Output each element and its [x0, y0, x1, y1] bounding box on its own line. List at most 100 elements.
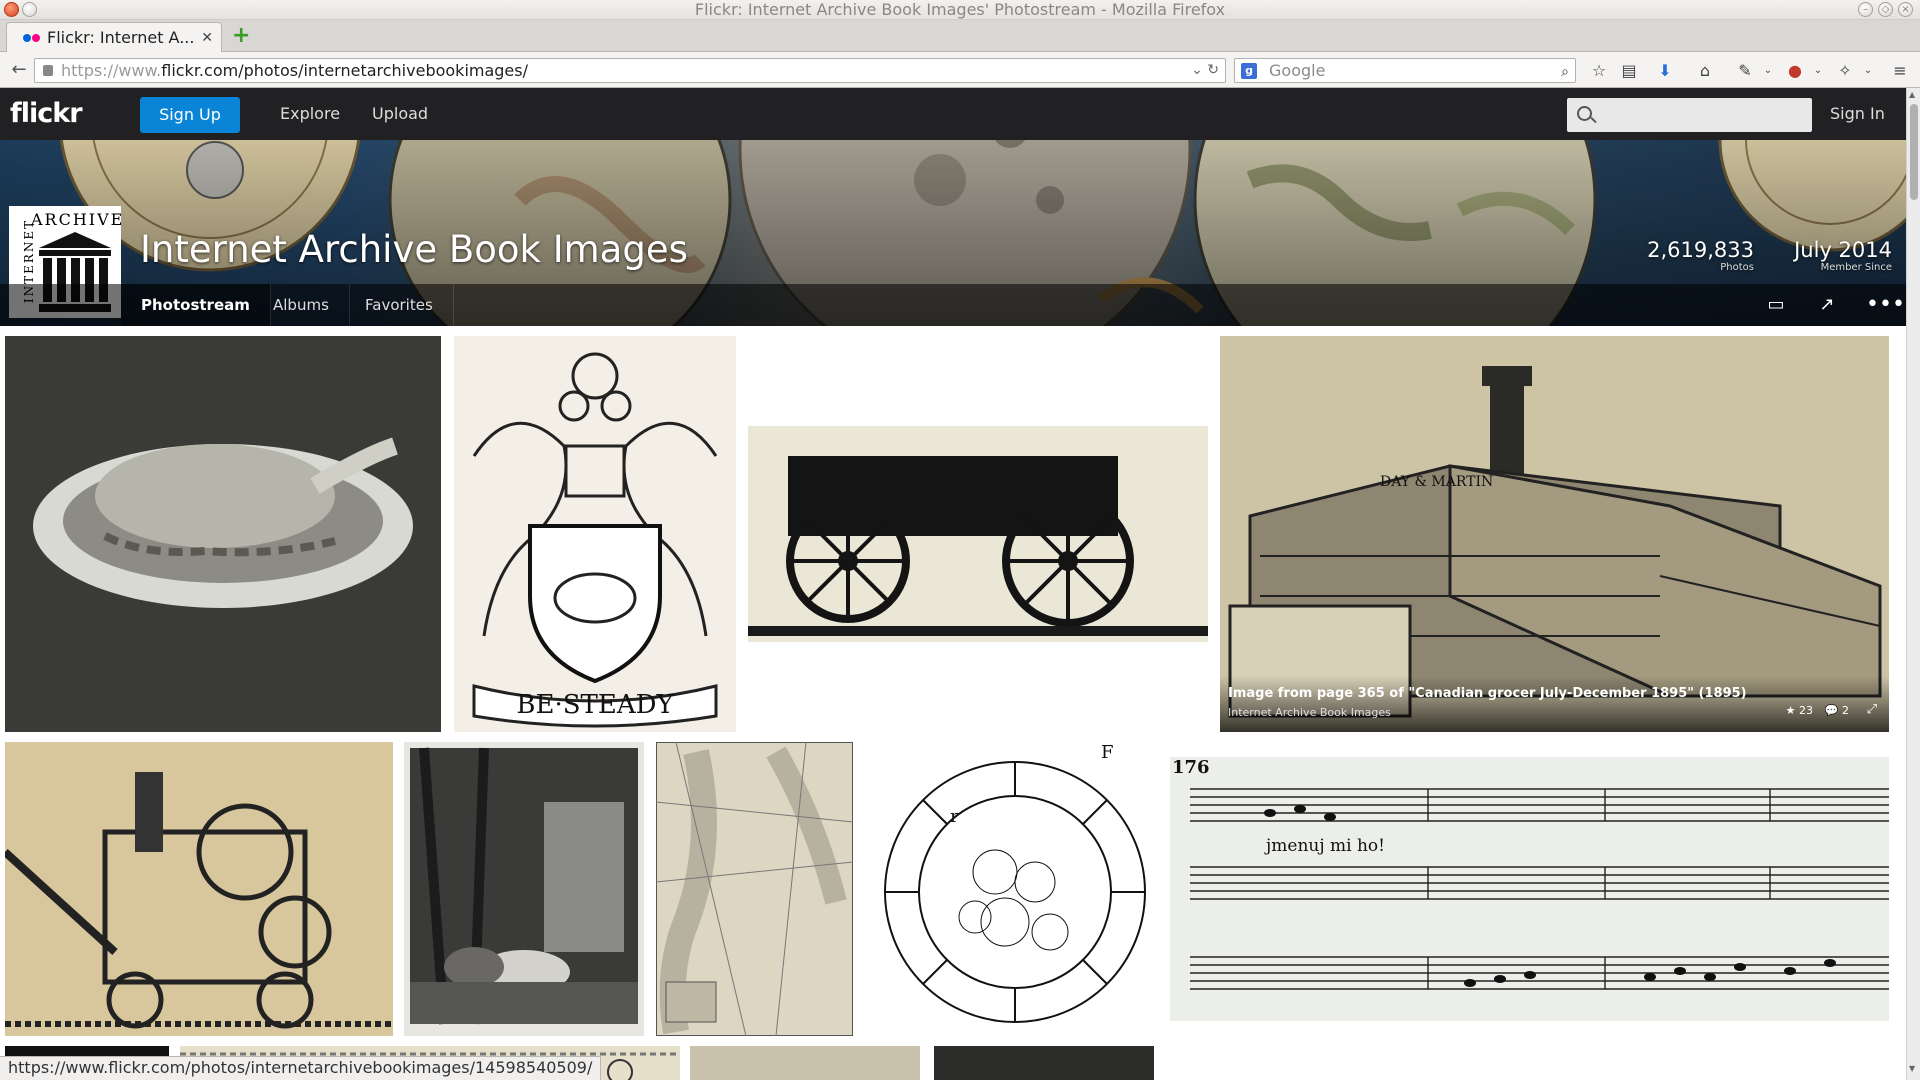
tools-dropdown-icon[interactable]: ⌄	[1758, 62, 1778, 80]
search-go-icon[interactable]: ⌕	[1561, 61, 1569, 84]
extension-dropdown-icon[interactable]: ⌄	[1858, 62, 1878, 80]
photo-tile[interactable]: 176 jmenuj mi ho!	[1170, 757, 1889, 1021]
tab-title: Flickr: Internet A...	[47, 28, 195, 47]
factory-building-image: DAY & MARTIN	[1220, 336, 1889, 732]
window-title: Flickr: Internet Archive Book Images' Ph…	[694, 0, 1226, 19]
browser-tab[interactable]: Flickr: Internet A... ✕	[6, 22, 222, 52]
scroll-up-icon[interactable]: ▲	[1909, 90, 1915, 99]
home-icon[interactable]: ⌂	[1695, 62, 1715, 80]
signup-button[interactable]: Sign Up	[140, 97, 240, 133]
photo-tile[interactable]	[404, 742, 644, 1036]
turkey-platter-image	[5, 336, 441, 732]
search-icon	[1577, 106, 1592, 121]
flickr-favicon-icon	[23, 34, 41, 42]
photo-tile[interactable]	[934, 1046, 1154, 1080]
adblock-dropdown-icon[interactable]: ⌄	[1808, 62, 1828, 80]
tab-strip: Flickr: Internet A... ✕ +	[0, 20, 1920, 52]
photos-label: Photos	[1720, 262, 1754, 273]
upload-link[interactable]: Upload	[372, 88, 428, 140]
google-engine-icon[interactable]: g	[1241, 63, 1257, 79]
adblock-icon[interactable]: ●	[1785, 62, 1805, 80]
photo-tile[interactable]: BE·STEADY	[454, 336, 736, 732]
motto-text: BE·STEADY	[516, 690, 674, 720]
member-since-stat: July 2014 Member Since	[1770, 238, 1892, 273]
url-bar[interactable]: https://www.flickr.com/photos/internetar…	[34, 58, 1226, 83]
faves-number: 23	[1799, 704, 1813, 717]
url-host: flickr.com	[161, 61, 239, 80]
member-since-label: Member Since	[1820, 262, 1892, 273]
hover-photo-owner[interactable]: Internet Archive Book Images	[1228, 706, 1391, 719]
window-menu-button[interactable]	[22, 2, 37, 17]
hamburger-menu-icon[interactable]: ≡	[1890, 62, 1910, 80]
diagram-label-f: F	[1101, 742, 1114, 763]
window-maximize-button[interactable]: ◇	[1878, 2, 1893, 17]
tab-favorites[interactable]: Favorites	[345, 284, 454, 326]
scroll-down-icon[interactable]: ▼	[1909, 1064, 1915, 1073]
photo-tile[interactable]	[5, 742, 393, 1036]
url-path: /photos/internetarchivebookimages/	[238, 61, 528, 80]
photo-tile[interactable]	[690, 1046, 920, 1080]
tools-icon[interactable]: ✎	[1735, 62, 1755, 80]
tab-albums[interactable]: Albums	[253, 284, 350, 326]
photo-tile[interactable]	[656, 742, 853, 1036]
expand-icon[interactable]: ⤢	[1867, 702, 1877, 717]
engine-machine-image	[5, 742, 393, 1036]
lock-icon	[43, 65, 53, 76]
bookmark-star-icon[interactable]: ☆	[1589, 62, 1609, 80]
photo-tile[interactable]	[748, 426, 1208, 642]
extension-icon[interactable]: ✧	[1835, 62, 1855, 80]
comments-count[interactable]: 💬 2	[1825, 704, 1849, 717]
profile-name: Internet Archive Book Images	[140, 228, 688, 271]
reading-list-icon[interactable]: ▤	[1619, 62, 1639, 80]
star-icon: ★	[1785, 704, 1796, 717]
window-close-button[interactable]	[4, 2, 19, 17]
photo-tile[interactable]	[5, 336, 441, 732]
photo-tile-hovered[interactable]: DAY & MARTIN Image from page 365 of "Can…	[1220, 336, 1889, 732]
faves-count[interactable]: ★ 23	[1786, 704, 1813, 717]
status-bar-url: https://www.flickr.com/photos/internetar…	[0, 1056, 602, 1080]
diagram-label-r: r	[950, 806, 959, 827]
more-options-icon[interactable]: •••	[1866, 294, 1905, 316]
hover-photo-title[interactable]: Image from page 365 of "Canadian grocer …	[1228, 686, 1747, 701]
window-close-x-button[interactable]: ×	[1898, 2, 1913, 17]
sheet-music-image: 176 jmenuj mi ho!	[1170, 757, 1889, 1021]
navigation-toolbar: ← https://www.flickr.com/photos/internet…	[0, 52, 1920, 88]
share-icon[interactable]: ↗	[1815, 294, 1839, 316]
photo-tile[interactable]: r F	[865, 742, 1160, 1036]
music-lyric-text: jmenuj mi ho!	[1264, 836, 1385, 856]
map-sketch-image	[656, 742, 853, 1036]
horses-forest-image	[404, 742, 644, 1036]
url-dropdown-reload-icons[interactable]: ⌄ ↻	[1191, 59, 1219, 82]
wagon-image	[748, 426, 1208, 642]
back-arrow-icon[interactable]: ←	[6, 58, 32, 82]
browser-search-bar[interactable]: g Google ⌕	[1234, 58, 1576, 83]
photos-stat: 2,619,833 Photos	[1614, 238, 1754, 273]
scrollbar-thumb[interactable]	[1910, 104, 1918, 200]
window-minimize-button[interactable]: –	[1858, 2, 1873, 17]
avatar-archive-text: ARCHIVE	[31, 210, 125, 229]
coat-of-arms-image: BE·STEADY	[454, 336, 736, 732]
tab-photostream[interactable]: Photostream	[121, 284, 271, 326]
photo-hover-overlay: Image from page 365 of "Canadian grocer …	[1220, 676, 1889, 732]
search-placeholder: Google	[1269, 61, 1326, 80]
factory-sign-text: DAY & MARTIN	[1380, 474, 1493, 490]
tab-close-icon[interactable]: ✕	[201, 23, 213, 52]
signin-link[interactable]: Sign In	[1830, 88, 1885, 140]
url-scheme: https://www.	[61, 61, 162, 80]
comment-icon: 💬	[1824, 704, 1839, 717]
comments-number: 2	[1842, 704, 1849, 717]
flickr-logo[interactable]: flickr	[10, 98, 83, 129]
cell-diagram-image: r F	[865, 742, 1160, 1036]
photos-count: 2,619,833	[1647, 238, 1754, 262]
profile-subnav: Photostream Albums Favorites ▭ ↗ •••	[0, 284, 1906, 326]
new-tab-icon[interactable]: +	[232, 24, 250, 48]
page-scrollbar[interactable]: ▲ ▼	[1906, 88, 1920, 1080]
flickr-header: flickr Sign Up Explore Upload Sign In	[0, 88, 1906, 140]
member-since-date: July 2014	[1794, 238, 1892, 262]
window-titlebar: Flickr: Internet Archive Book Images' Ph…	[0, 0, 1920, 20]
music-page-number: 176	[1172, 757, 1210, 778]
downloads-icon[interactable]: ⬇	[1655, 62, 1675, 80]
explore-link[interactable]: Explore	[280, 88, 340, 140]
slideshow-icon[interactable]: ▭	[1764, 294, 1788, 316]
flickr-search-input[interactable]	[1567, 98, 1812, 132]
